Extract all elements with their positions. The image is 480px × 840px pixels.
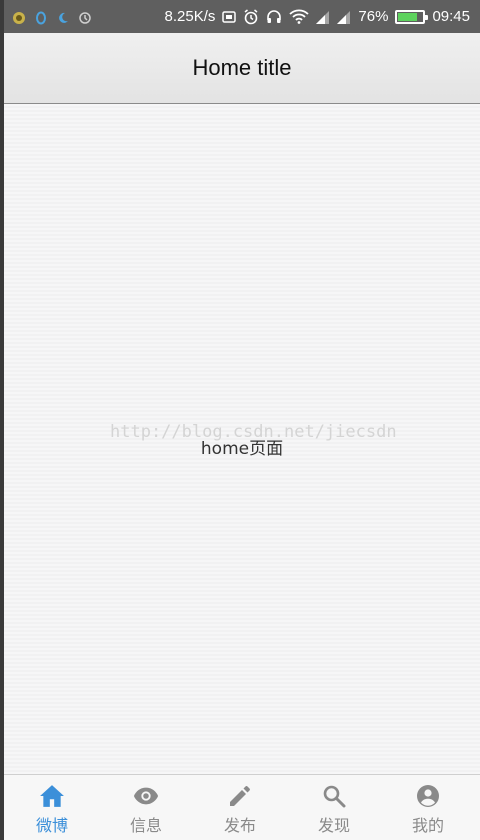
tab-label: 发现 bbox=[317, 816, 350, 835]
headset-icon bbox=[266, 9, 282, 25]
battery-icon bbox=[395, 9, 429, 24]
eye-icon bbox=[133, 783, 159, 809]
notification-icons bbox=[12, 10, 92, 24]
signal-icon-2 bbox=[337, 10, 351, 24]
tab-label: 发布 bbox=[223, 816, 256, 835]
bottom-tab-bar: 微博 信息 发布 发现 我的 bbox=[4, 774, 480, 840]
tab-label: 我的 bbox=[411, 816, 444, 835]
alarm-icon bbox=[243, 8, 259, 25]
status-bar: 8.25K/s 76% 09:45 bbox=[4, 0, 480, 33]
tab-weibo[interactable]: 微博 bbox=[14, 775, 90, 840]
pencil-icon bbox=[227, 783, 253, 809]
wifi-icon bbox=[289, 9, 310, 24]
signal-icon-1 bbox=[316, 10, 330, 24]
app-notification-icon bbox=[12, 10, 26, 24]
search-icon bbox=[321, 783, 347, 809]
moon-notification-icon bbox=[56, 10, 70, 24]
clock: 09:45 bbox=[432, 8, 470, 25]
nfc-icon bbox=[222, 10, 237, 23]
tab-publish[interactable]: 发布 bbox=[202, 775, 278, 840]
account-circle-icon bbox=[415, 783, 441, 809]
tab-label: 微博 bbox=[35, 816, 68, 835]
tab-label: 信息 bbox=[129, 816, 162, 835]
home-content: http://blog.csdn.net/jiecsdn home页面 bbox=[4, 104, 480, 774]
battery-percent: 76% bbox=[358, 8, 389, 25]
tab-messages[interactable]: 信息 bbox=[108, 775, 184, 840]
battery-level-fill bbox=[398, 12, 417, 21]
home-page-label: home页面 bbox=[200, 439, 284, 459]
home-icon bbox=[39, 783, 65, 809]
sync-notification-icon bbox=[78, 10, 92, 24]
qq-notification-icon bbox=[34, 10, 48, 24]
system-status: 8.25K/s 76% 09:45 bbox=[165, 8, 470, 25]
tab-discover[interactable]: 发现 bbox=[296, 775, 372, 840]
network-speed: 8.25K/s bbox=[164, 8, 216, 25]
app-screen: 8.25K/s 76% 09:45 Home title http://blog… bbox=[0, 0, 480, 840]
page-title: Home title bbox=[192, 55, 292, 80]
tab-profile[interactable]: 我的 bbox=[390, 775, 466, 840]
app-header: Home title bbox=[4, 33, 480, 104]
